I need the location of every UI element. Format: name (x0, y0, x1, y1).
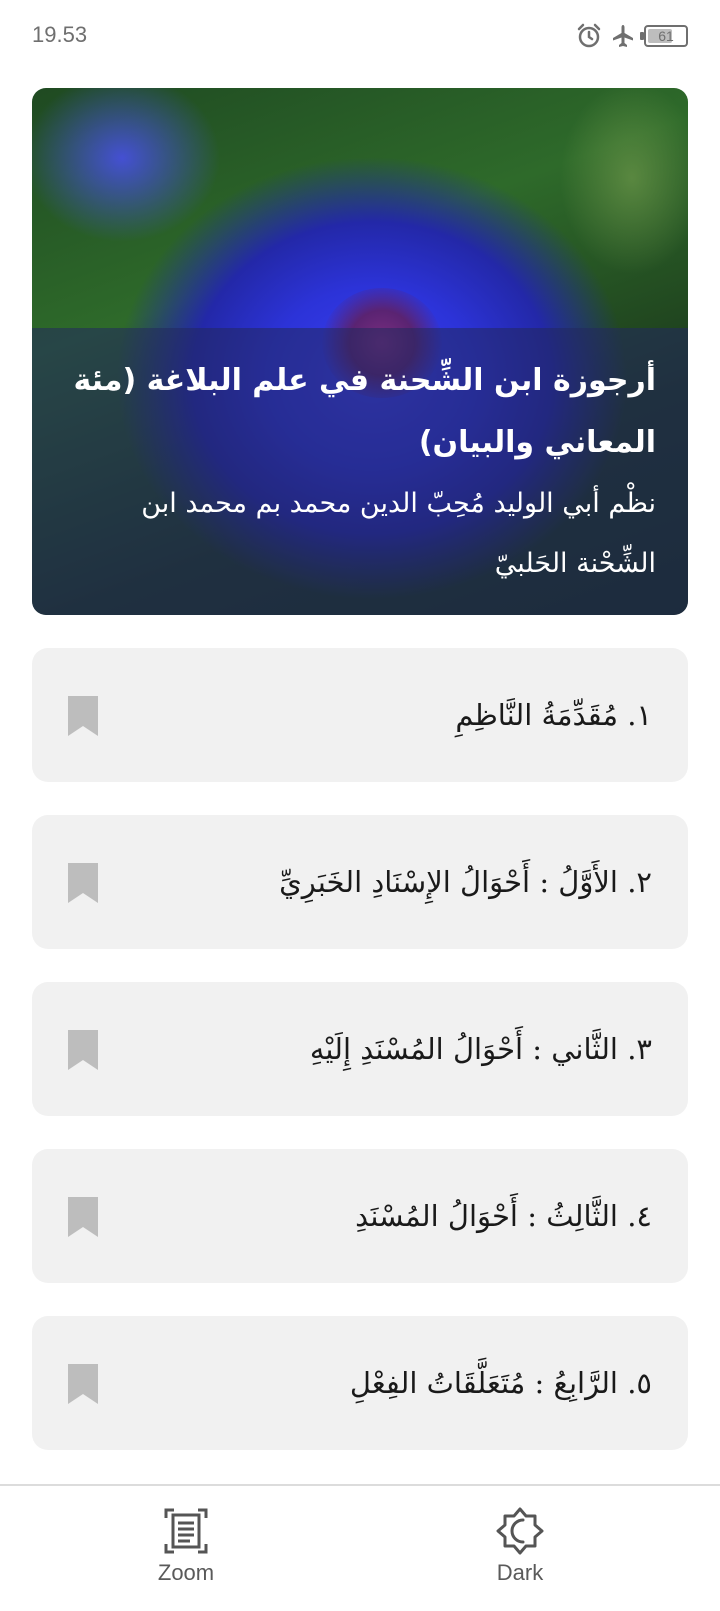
chapter-item[interactable]: ٤. الثَّالِثُ : أَحْوَالُ المُسْنَدِ (32, 1149, 688, 1283)
chapter-item[interactable]: ٥. الرَّابِعُ : مُتَعَلَّقَاتُ الفِعْلِ (32, 1316, 688, 1450)
bookmark-icon[interactable] (68, 1030, 98, 1070)
book-author: نظْم أبي الوليد مُحِبّ الدين محمد بم محم… (141, 488, 656, 579)
bookmark-icon[interactable] (68, 696, 98, 736)
book-title: أرجوزة ابن الشِّحنة في علم البلاغة (مئة … (73, 363, 656, 460)
chapter-item[interactable]: ٢. الأَوَّلُ : أَحْوَالُ الإِسْنَادِ الخ… (32, 815, 688, 949)
airplane-mode-icon (613, 25, 633, 47)
dark-mode-icon (496, 1507, 544, 1555)
bookmark-icon[interactable] (68, 1364, 98, 1404)
chapter-label: ٥. الرَّابِعُ : مُتَعَلَّقَاتُ الفِعْلِ (349, 1366, 652, 1400)
hero-text: أرجوزة ابن الشِّحنة في علم البلاغة (مئة … (72, 350, 656, 594)
chapter-list: ١. مُقَدِّمَةُ النَّاظِمِ ٢. الأَوَّلُ :… (32, 648, 688, 1483)
status-bar: 19.53 61 (0, 0, 720, 72)
chapter-item[interactable]: ٣. الثَّاني : أَحْوَالُ المُسْنَدِ إِلَي… (32, 982, 688, 1116)
battery-icon: 61 (640, 25, 688, 47)
bookmark-icon[interactable] (68, 1197, 98, 1237)
status-icons: 61 (576, 20, 688, 52)
zoom-label: Zoom (157, 1560, 215, 1585)
chapter-label: ٤. الثَّالِثُ : أَحْوَالُ المُسْنَدِ (355, 1199, 652, 1233)
zoom-icon (164, 1508, 208, 1554)
zoom-button[interactable]: Zoom (126, 1506, 246, 1586)
status-time: 19.53 (32, 22, 88, 47)
chapter-label: ٣. الثَّاني : أَحْوَالُ المُسْنَدِ إِلَي… (309, 1032, 652, 1066)
alarm-icon (577, 23, 601, 48)
bottom-nav: Zoom Dark (0, 1484, 720, 1611)
chapter-label: ١. مُقَدِّمَةُ النَّاظِمِ (455, 698, 652, 732)
chapter-item[interactable]: ١. مُقَدِّمَةُ النَّاظِمِ (32, 648, 688, 782)
hero-card: أرجوزة ابن الشِّحنة في علم البلاغة (مئة … (32, 88, 688, 615)
bookmark-icon[interactable] (68, 863, 98, 903)
chapter-label: ٢. الأَوَّلُ : أَحْوَالُ الإِسْنَادِ الخ… (279, 865, 652, 899)
dark-label: Dark (496, 1560, 544, 1585)
dark-mode-button[interactable]: Dark (460, 1506, 580, 1586)
battery-level: 61 (658, 28, 674, 44)
